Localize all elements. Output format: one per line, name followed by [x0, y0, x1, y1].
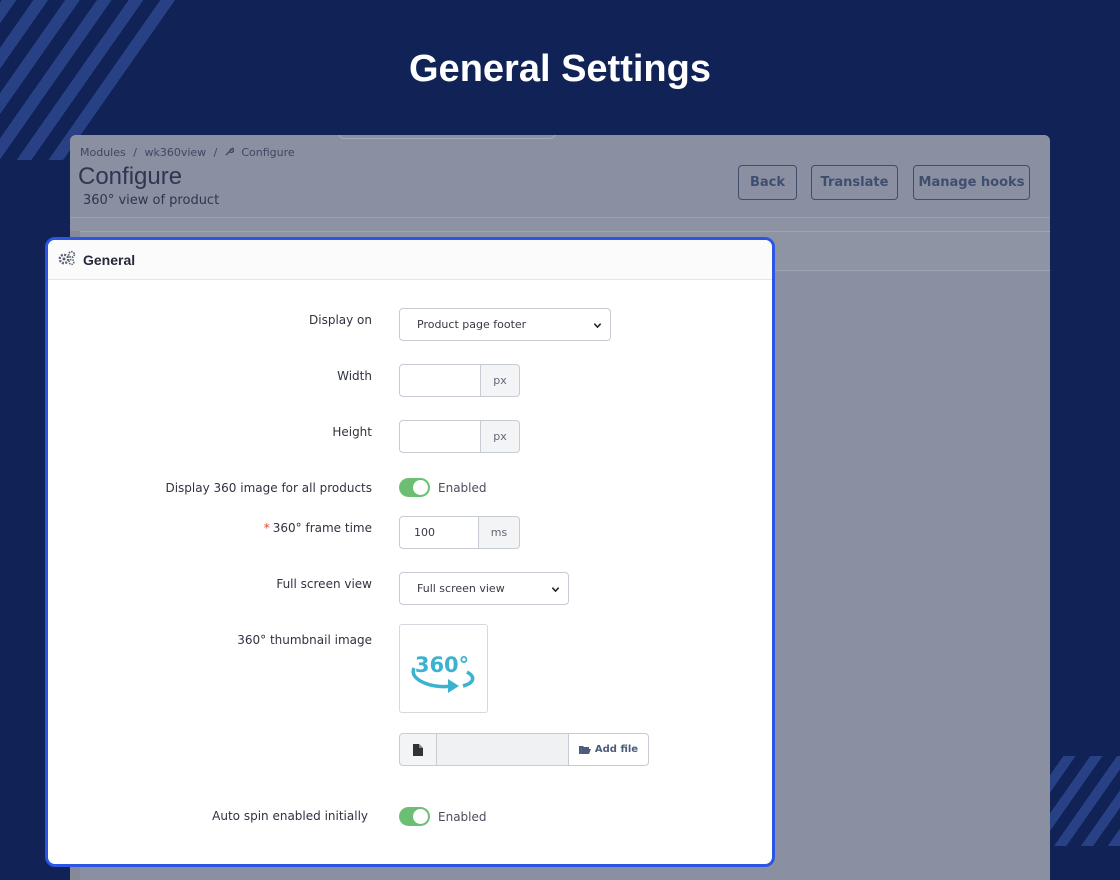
panel-header: General: [48, 240, 772, 280]
configure-header: Modules / wk360view / Configure Configur…: [70, 135, 1050, 217]
auto-spin-label: Auto spin enabled initially: [212, 809, 368, 823]
frame-time-label: * 360° frame time: [264, 521, 372, 535]
frame-time-unit: ms: [479, 516, 520, 549]
manage-hooks-button[interactable]: Manage hooks: [913, 165, 1030, 200]
display-all-state: Enabled: [438, 480, 487, 495]
folder-open-icon: [578, 745, 591, 754]
background-toolbar: [70, 217, 1050, 231]
height-label: Height: [332, 425, 372, 439]
width-label: Width: [337, 369, 372, 383]
display-all-toggle[interactable]: [399, 478, 430, 497]
file-upload-group: Add file: [399, 733, 649, 766]
general-settings-panel: General Display on Product page footer W…: [45, 237, 775, 867]
decorative-pill: [338, 135, 556, 139]
add-file-label: Add file: [594, 744, 639, 755]
rotate-360-icon: 360°: [411, 653, 474, 693]
breadcrumb: Modules / wk360view / Configure: [80, 146, 299, 159]
cogs-icon: [57, 250, 83, 270]
frame-time-label-text: 360° frame time: [272, 521, 372, 535]
breadcrumb-configure: Configure: [241, 146, 295, 159]
height-unit: px: [481, 420, 520, 453]
breadcrumb-separator: /: [213, 146, 218, 159]
height-input-group: px: [399, 420, 520, 453]
full-screen-value: Full screen view: [417, 582, 505, 595]
required-mark: *: [263, 521, 270, 535]
add-file-button[interactable]: Add file: [568, 733, 649, 766]
page-title: General Settings: [409, 48, 711, 90]
display-on-value: Product page footer: [417, 318, 527, 331]
decorative-stripes-bottom-right: [1040, 756, 1120, 846]
breadcrumb-wk360view[interactable]: wk360view: [144, 146, 206, 159]
configure-heading: Configure: [78, 163, 183, 190]
display-all-label: Display 360 image for all products: [165, 481, 372, 495]
frame-time-input-group: 100 ms: [399, 516, 520, 549]
panel-title: General: [83, 251, 136, 268]
full-screen-label: Full screen view: [276, 577, 372, 591]
width-input[interactable]: [399, 364, 481, 397]
wrench-icon: [225, 146, 238, 159]
translate-button[interactable]: Translate: [811, 165, 898, 200]
width-input-group: px: [399, 364, 520, 397]
display-on-select[interactable]: Product page footer: [399, 308, 611, 341]
frame-time-input[interactable]: 100: [399, 516, 479, 549]
breadcrumb-modules[interactable]: Modules: [80, 146, 126, 159]
file-icon: [399, 733, 437, 766]
width-unit: px: [481, 364, 520, 397]
display-on-label: Display on: [309, 313, 372, 327]
configure-subheading: 360° view of product: [83, 193, 220, 208]
thumbnail-label: 360° thumbnail image: [237, 633, 372, 647]
file-name-field[interactable]: [437, 733, 568, 766]
display-all-toggle-row: Enabled: [399, 478, 487, 497]
auto-spin-toggle[interactable]: [399, 807, 430, 826]
thumbnail-preview: 360°: [399, 624, 488, 713]
full-screen-select[interactable]: Full screen view: [399, 572, 569, 605]
chevron-down-icon: [593, 320, 602, 333]
chevron-down-icon: [551, 584, 560, 597]
height-input[interactable]: [399, 420, 481, 453]
auto-spin-state: Enabled: [438, 809, 487, 824]
back-button[interactable]: Back: [738, 165, 797, 200]
thumbnail-image-text: 360°: [414, 653, 468, 677]
auto-spin-toggle-row: Enabled: [399, 807, 487, 826]
breadcrumb-separator: /: [133, 146, 137, 159]
